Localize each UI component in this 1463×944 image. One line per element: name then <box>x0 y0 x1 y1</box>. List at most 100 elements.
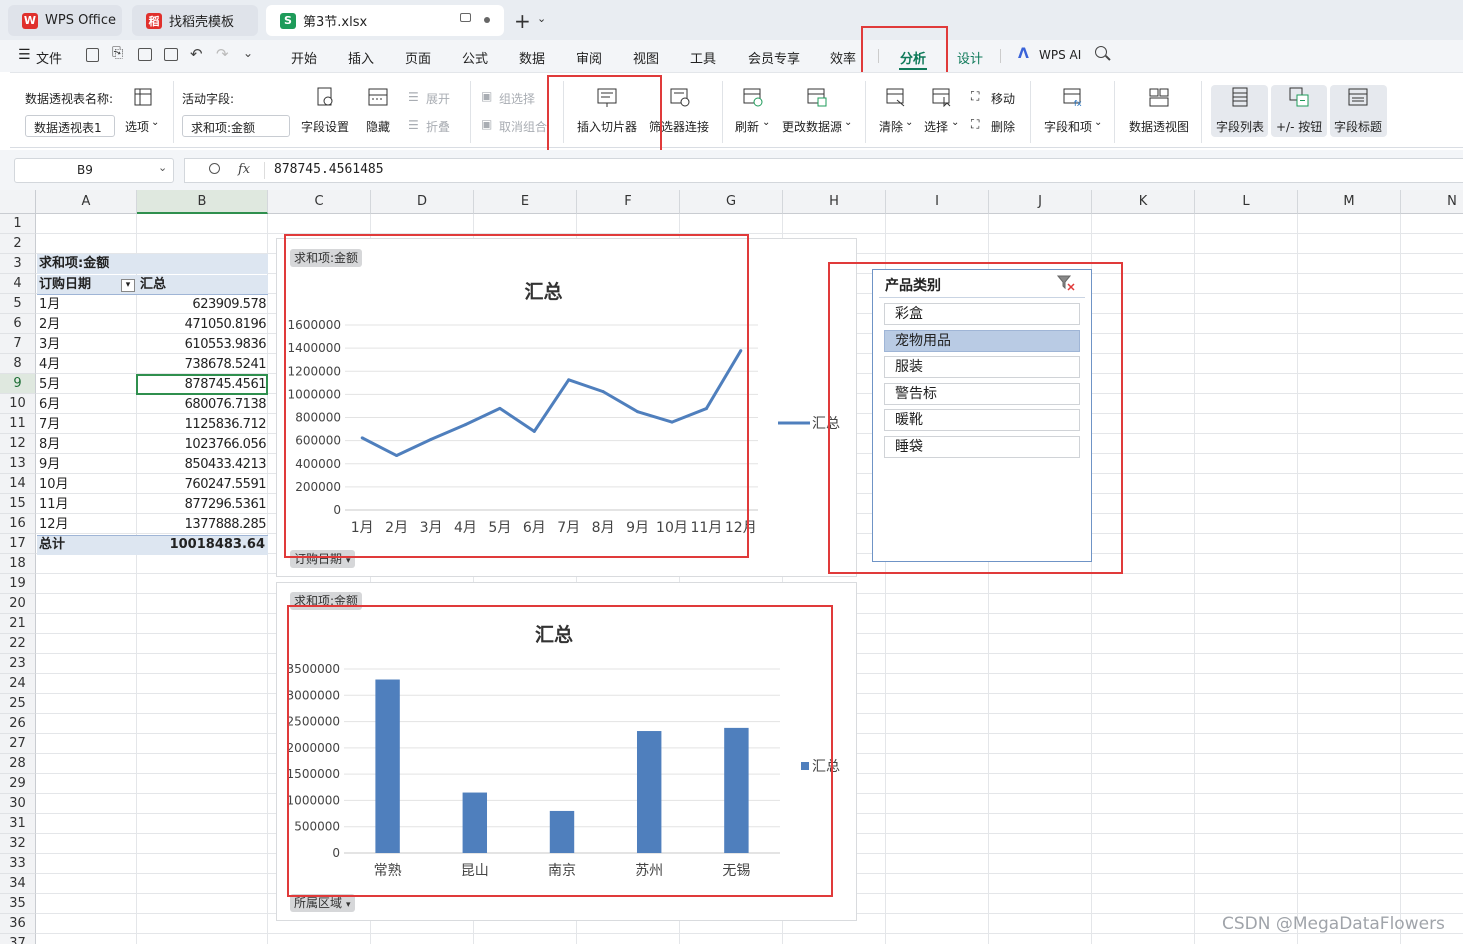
row-header-30[interactable]: 30 <box>0 794 36 814</box>
menu-data[interactable]: 数据 <box>519 48 545 67</box>
row-header-36[interactable]: 36 <box>0 914 36 934</box>
tab-template[interactable]: 稻 找稻壳模板 <box>132 5 258 36</box>
select-chevron-icon[interactable]: ⌄ <box>951 117 959 128</box>
name-box-chevron-icon[interactable]: ⌄ <box>158 161 167 174</box>
row-header-22[interactable]: 22 <box>0 634 36 654</box>
hide-button[interactable]: 隐藏 <box>366 118 390 135</box>
options-chevron-icon[interactable]: ⌄ <box>151 117 159 128</box>
clear-chevron-icon[interactable]: ⌄ <box>905 117 913 128</box>
pivot-row-value[interactable]: 760247.5591 <box>140 475 267 495</box>
pivot-row-label[interactable]: 4月 <box>39 355 60 375</box>
pivot-row-label[interactable]: 1月 <box>39 295 60 315</box>
pivot-row-label[interactable]: 2月 <box>39 315 60 335</box>
menu-efficiency[interactable]: 效率 <box>830 48 856 67</box>
pivot-row-label[interactable]: 3月 <box>39 335 60 355</box>
row-header-15[interactable]: 15 <box>0 494 36 514</box>
pivot-chart-icon[interactable] <box>1149 87 1169 107</box>
fields-items-chevron-icon[interactable]: ⌄ <box>1094 117 1102 128</box>
save-icon[interactable] <box>86 48 99 62</box>
column-header-k[interactable]: K <box>1092 190 1195 214</box>
column-header-i[interactable]: I <box>886 190 989 214</box>
pivot-row-label[interactable]: 9月 <box>39 455 60 475</box>
row-header-1[interactable]: 1 <box>0 214 36 234</box>
select-all-corner[interactable] <box>0 190 36 214</box>
menu-wps-ai[interactable]: WPS AI <box>1039 48 1081 62</box>
pivot-row-label[interactable]: 12月 <box>39 515 69 535</box>
menu-file[interactable]: 文件 <box>36 48 62 67</box>
filter-connect-icon[interactable] <box>670 87 690 107</box>
change-source-button[interactable]: 更改数据源 <box>782 118 842 135</box>
fields-items-button[interactable]: 字段和项 <box>1044 118 1092 135</box>
pivot-row-label[interactable]: 6月 <box>39 395 60 415</box>
row-header-3[interactable]: 3 <box>0 254 36 274</box>
row-header-37[interactable]: 37 <box>0 934 36 944</box>
row-header-20[interactable]: 20 <box>0 594 36 614</box>
row-header-2[interactable]: 2 <box>0 234 36 254</box>
share-icon[interactable]: ⎘ <box>112 45 123 61</box>
hide-icon[interactable] <box>368 87 388 107</box>
column-header-l[interactable]: L <box>1195 190 1298 214</box>
row-header-16[interactable]: 16 <box>0 514 36 534</box>
row-header-35[interactable]: 35 <box>0 894 36 914</box>
row-header-26[interactable]: 26 <box>0 714 36 734</box>
row-header-4[interactable]: 4 <box>0 274 36 294</box>
change-source-icon[interactable] <box>807 87 827 107</box>
change-source-chevron-icon[interactable]: ⌄ <box>844 117 852 128</box>
pivot-row-value[interactable]: 610553.9836 <box>140 335 267 355</box>
column-header-m[interactable]: M <box>1298 190 1401 214</box>
move-button[interactable]: 移动 <box>991 90 1015 107</box>
refresh-button[interactable]: 刷新 <box>735 118 759 135</box>
row-header-7[interactable]: 7 <box>0 334 36 354</box>
menu-page[interactable]: 页面 <box>405 48 431 67</box>
tab-workbook[interactable]: S 第3节.xlsx <box>266 5 504 36</box>
pivot-row-value[interactable]: 680076.7138 <box>140 395 267 415</box>
hamburger-icon[interactable]: ☰ <box>18 47 31 63</box>
filter-dropdown-icon[interactable]: ▾ <box>121 279 135 292</box>
menu-insert[interactable]: 插入 <box>348 48 374 67</box>
column-header-c[interactable]: C <box>268 190 371 214</box>
clear-icon[interactable] <box>886 87 906 107</box>
row-header-28[interactable]: 28 <box>0 754 36 774</box>
row-header-8[interactable]: 8 <box>0 354 36 374</box>
pivot-row-value[interactable]: 850433.4213 <box>140 455 267 475</box>
column-header-b[interactable]: B <box>137 190 268 214</box>
options-button[interactable]: 选项 <box>125 118 149 135</box>
row-header-33[interactable]: 33 <box>0 854 36 874</box>
pivot-row-value[interactable]: 1377888.285 <box>140 515 267 535</box>
pivot-row-value[interactable]: 877296.5361 <box>140 495 267 515</box>
window-icon[interactable] <box>460 13 471 22</box>
name-box[interactable]: B9 ⌄ <box>14 158 174 183</box>
ungroup-button[interactable]: 取消组合 <box>499 118 547 135</box>
select-icon[interactable] <box>932 87 952 107</box>
pivot-value-header[interactable]: 求和项:金额 <box>39 254 109 274</box>
row-header-31[interactable]: 31 <box>0 814 36 834</box>
pivot-row-label[interactable]: 5月 <box>39 375 60 395</box>
pivot-name-input[interactable]: 数据透视表1 <box>25 115 115 137</box>
pivot-row-value[interactable]: 738678.5241 <box>140 355 267 375</box>
row-header-25[interactable]: 25 <box>0 694 36 714</box>
pivot-row-label[interactable]: 8月 <box>39 435 60 455</box>
row-header-12[interactable]: 12 <box>0 434 36 454</box>
zoom-formula-icon[interactable] <box>209 163 220 174</box>
pivot-row-value[interactable]: 623909.578 <box>140 295 266 315</box>
row-header-23[interactable]: 23 <box>0 654 36 674</box>
menu-member[interactable]: 会员专享 <box>748 48 800 67</box>
column-header-e[interactable]: E <box>474 190 577 214</box>
menu-design[interactable]: 设计 <box>957 48 983 67</box>
column-header-d[interactable]: D <box>371 190 474 214</box>
expand-button[interactable]: 展开 <box>426 90 450 107</box>
menu-formula[interactable]: 公式 <box>462 48 488 67</box>
row-header-34[interactable]: 34 <box>0 874 36 894</box>
refresh-chevron-icon[interactable]: ⌄ <box>762 117 770 128</box>
field-settings-button[interactable]: 字段设置 <box>301 118 349 135</box>
column-header-f[interactable]: F <box>577 190 680 214</box>
column-header-a[interactable]: A <box>36 190 137 214</box>
group-select-button[interactable]: 组选择 <box>499 90 535 107</box>
pivot-row-value[interactable]: 1125836.712 <box>140 415 267 435</box>
row-header-11[interactable]: 11 <box>0 414 36 434</box>
row-header-27[interactable]: 27 <box>0 734 36 754</box>
new-tab-icon[interactable]: + <box>514 9 531 33</box>
print-icon[interactable] <box>138 48 152 61</box>
row-header-9[interactable]: 9 <box>0 374 36 394</box>
fields-items-icon[interactable]: fx <box>1063 87 1083 107</box>
